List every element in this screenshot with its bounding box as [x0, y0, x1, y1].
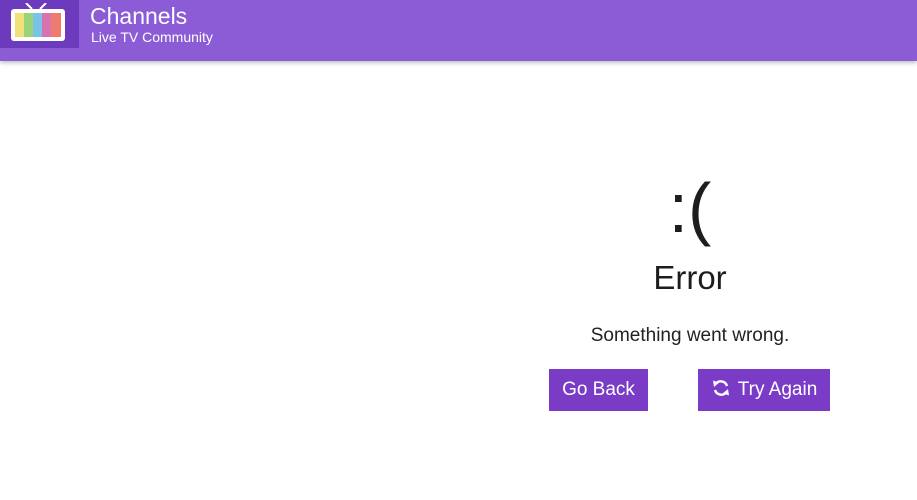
app-header: Channels Live TV Community — [0, 0, 917, 61]
logo[interactable] — [0, 0, 79, 48]
go-back-button[interactable]: Go Back — [549, 369, 648, 411]
error-title: Error — [653, 259, 727, 296]
sad-face: :( — [668, 169, 712, 247]
error-message: Something went wrong. — [590, 325, 790, 346]
go-back-label: Go Back — [562, 379, 635, 400]
refresh-icon — [712, 380, 729, 396]
try-again-label: Try Again — [737, 379, 818, 400]
app-title: Channels — [90, 3, 188, 29]
app-subtitle: Live TV Community — [91, 29, 213, 45]
tv-icon — [11, 3, 65, 41]
try-again-button[interactable]: Try Again — [698, 369, 830, 411]
